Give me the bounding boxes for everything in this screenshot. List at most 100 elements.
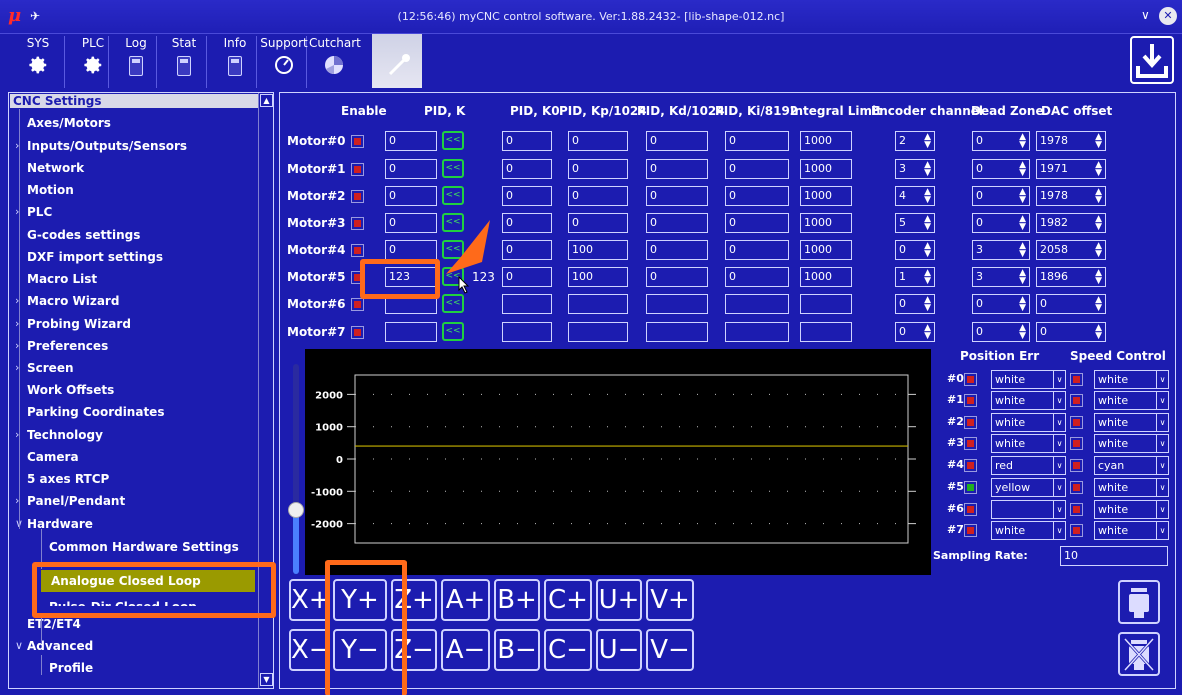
position-err-checkbox[interactable]: [964, 373, 977, 386]
chevron-down-icon[interactable]: ∨: [1156, 392, 1168, 409]
tree-item-work-offsets[interactable]: Work Offsets: [27, 379, 114, 401]
pid-kd-field[interactable]: 0: [646, 240, 708, 260]
pid-kp-field[interactable]: 0: [568, 186, 628, 206]
tree-item-motion[interactable]: Motion: [27, 179, 74, 201]
chevron-down-icon[interactable]: ∨: [1053, 479, 1065, 496]
spin-arrows-icon[interactable]: ▲ ▼: [1095, 161, 1102, 178]
dead-spinbox[interactable]: 0 ▲ ▼: [972, 213, 1030, 233]
motor-enable-checkbox[interactable]: [351, 190, 364, 203]
tree-item-macro-list[interactable]: Macro List: [27, 268, 97, 290]
position-err-checkbox[interactable]: [964, 394, 977, 407]
chevron-down-icon[interactable]: ∨: [1156, 414, 1168, 431]
position-err-color-select[interactable]: ∨: [991, 500, 1066, 519]
spin-arrows-icon[interactable]: ▲ ▼: [924, 296, 931, 313]
pid-k0-field[interactable]: 0: [502, 186, 552, 206]
dead-spinbox[interactable]: 0 ▲ ▼: [972, 159, 1030, 179]
pid-ilimit-field[interactable]: [800, 322, 852, 342]
tree-item-network[interactable]: Network: [27, 157, 84, 179]
pid-kp-field[interactable]: 0: [568, 159, 628, 179]
spin-arrows-icon[interactable]: ▲ ▼: [1019, 269, 1026, 286]
jog-a-plus-button[interactable]: A+: [441, 579, 490, 621]
position-err-color-select[interactable]: white ∨: [991, 434, 1066, 453]
pid-k0-field[interactable]: 0: [502, 159, 552, 179]
motor-enable-checkbox[interactable]: [351, 326, 364, 339]
dac-spinbox[interactable]: 1982 ▲ ▼: [1036, 213, 1106, 233]
jog-b-minus-button[interactable]: B−: [494, 629, 540, 671]
pid-kd-field[interactable]: 0: [646, 267, 708, 287]
speed-control-color-select[interactable]: cyan ∨: [1094, 456, 1169, 475]
spin-arrows-icon[interactable]: ▲ ▼: [924, 242, 931, 259]
speed-control-checkbox[interactable]: [1070, 503, 1083, 516]
enc-spinbox[interactable]: 2 ▲ ▼: [895, 131, 935, 151]
dead-spinbox[interactable]: 0 ▲ ▼: [972, 131, 1030, 151]
spin-arrows-icon[interactable]: ▲ ▼: [924, 133, 931, 150]
spin-arrows-icon[interactable]: ▲ ▼: [1095, 324, 1102, 341]
jog-c-minus-button[interactable]: C−: [544, 629, 592, 671]
dead-spinbox[interactable]: 3 ▲ ▼: [972, 267, 1030, 287]
spin-arrows-icon[interactable]: ▲ ▼: [1095, 215, 1102, 232]
spin-arrows-icon[interactable]: ▲ ▼: [924, 215, 931, 232]
dead-spinbox[interactable]: 0 ▲ ▼: [972, 294, 1030, 314]
position-err-color-select[interactable]: white ∨: [991, 521, 1066, 540]
pid-k-field[interactable]: 0: [385, 240, 437, 260]
chevron-down-icon[interactable]: ∨: [1053, 414, 1065, 431]
spin-arrows-icon[interactable]: ▲ ▼: [1095, 242, 1102, 259]
motor-enable-checkbox[interactable]: [351, 217, 364, 230]
copy-k-button[interactable]: <<: [442, 186, 464, 205]
speed-control-checkbox[interactable]: [1070, 437, 1083, 450]
copy-k-button[interactable]: <<: [442, 294, 464, 313]
sampling-rate-field[interactable]: 10: [1060, 546, 1168, 566]
pid-kp-field[interactable]: 100: [568, 240, 628, 260]
pid-ilimit-field[interactable]: 1000: [800, 267, 852, 287]
pid-kd-field[interactable]: 0: [646, 213, 708, 233]
plot-slider-handle[interactable]: [288, 502, 304, 518]
pid-k-field[interactable]: 0: [385, 186, 437, 206]
pid-kd-field[interactable]: [646, 294, 708, 314]
pid-kp-field[interactable]: 0: [568, 213, 628, 233]
spin-arrows-icon[interactable]: ▲ ▼: [924, 188, 931, 205]
speed-control-color-select[interactable]: white ∨: [1094, 434, 1169, 453]
motor-enable-checkbox[interactable]: [351, 135, 364, 148]
pid-ki-field[interactable]: 0: [725, 213, 789, 233]
tree-header[interactable]: CNC Settings: [10, 94, 258, 108]
position-err-color-select[interactable]: red ∨: [991, 456, 1066, 475]
tree-item-macro-wizard[interactable]: Macro Wizard: [27, 290, 119, 312]
pid-k0-field[interactable]: 0: [502, 213, 552, 233]
pid-ilimit-field[interactable]: [800, 294, 852, 314]
pid-k-field[interactable]: [385, 322, 437, 342]
pid-k0-field[interactable]: 0: [502, 267, 552, 287]
position-err-color-select[interactable]: white ∨: [991, 370, 1066, 389]
pid-k0-field[interactable]: 0: [502, 131, 552, 151]
menu-log[interactable]: Log: [116, 34, 156, 90]
spin-arrows-icon[interactable]: ▲ ▼: [924, 161, 931, 178]
speed-control-checkbox[interactable]: [1070, 416, 1083, 429]
enc-spinbox[interactable]: 0 ▲ ▼: [895, 294, 935, 314]
dac-spinbox[interactable]: 2058 ▲ ▼: [1036, 240, 1106, 260]
close-icon[interactable]: ✕: [1159, 7, 1177, 25]
pid-kp-field[interactable]: 100: [568, 267, 628, 287]
tree-item-preferences[interactable]: Preferences: [27, 335, 108, 357]
chevron-down-icon[interactable]: ∨: [1156, 501, 1168, 518]
motor-enable-checkbox[interactable]: [351, 298, 364, 311]
speed-control-checkbox[interactable]: [1070, 373, 1083, 386]
jog-c-plus-button[interactable]: C+: [544, 579, 592, 621]
enc-spinbox[interactable]: 1 ▲ ▼: [895, 267, 935, 287]
copy-k-button[interactable]: <<: [442, 159, 464, 178]
copy-k-button[interactable]: <<: [442, 322, 464, 341]
pid-ki-field[interactable]: 0: [725, 186, 789, 206]
chevron-down-icon[interactable]: ∨: [1053, 392, 1065, 409]
dac-spinbox[interactable]: 1896 ▲ ▼: [1036, 267, 1106, 287]
spin-arrows-icon[interactable]: ▲ ▼: [1095, 133, 1102, 150]
copy-k-button[interactable]: <<: [442, 131, 464, 150]
motor-enable-checkbox[interactable]: [351, 163, 364, 176]
scroll-down-icon[interactable]: ▼: [260, 673, 273, 686]
speed-control-checkbox[interactable]: [1070, 459, 1083, 472]
dead-spinbox[interactable]: 3 ▲ ▼: [972, 240, 1030, 260]
tree-item-5-axes-rtcp[interactable]: 5 axes RTCP: [27, 468, 109, 490]
speed-control-color-select[interactable]: white ∨: [1094, 521, 1169, 540]
position-err-checkbox[interactable]: [964, 481, 977, 494]
chevron-down-icon[interactable]: ∨: [1053, 501, 1065, 518]
pid-k-field[interactable]: 0: [385, 159, 437, 179]
pid-ilimit-field[interactable]: 1000: [800, 131, 852, 151]
jog-u-minus-button[interactable]: U−: [596, 629, 642, 671]
